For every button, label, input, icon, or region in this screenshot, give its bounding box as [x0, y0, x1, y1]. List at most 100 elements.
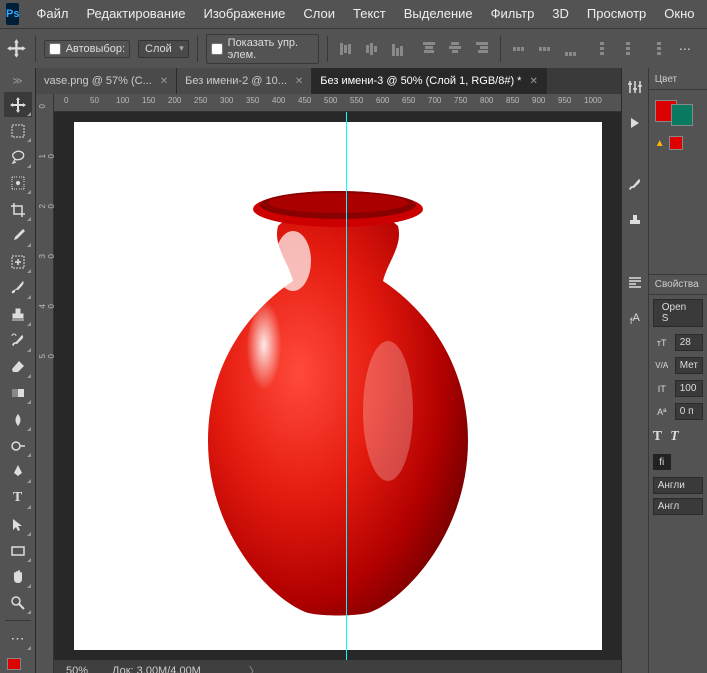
ruler-vertical[interactable]: 0100200300400500: [36, 94, 54, 673]
history-brush-tool[interactable]: [4, 329, 32, 353]
kerning-field[interactable]: Мет: [675, 357, 703, 374]
ruler-horizontal[interactable]: 0501001502002503003504004505005506006507…: [54, 94, 621, 112]
warning-color[interactable]: [669, 136, 683, 150]
quick-select-tool[interactable]: [4, 171, 32, 195]
show-controls-checkbox[interactable]: Показать упр. элем.: [206, 34, 319, 64]
paragraph-panel-icon[interactable]: [624, 272, 646, 294]
menu-image[interactable]: Изображение: [194, 0, 294, 28]
move-tool-indicator[interactable]: [6, 37, 27, 61]
document-size[interactable]: Док: 3,00M/4,00M〉: [112, 663, 260, 673]
gamut-warning: ▲: [655, 136, 701, 150]
vase-image: [168, 151, 508, 621]
stamp-tool[interactable]: [4, 302, 32, 326]
actions-panel-icon[interactable]: [624, 112, 646, 134]
warning-icon[interactable]: ▲: [655, 138, 665, 149]
distribute-group-2: [591, 38, 665, 60]
adjustments-panel-icon[interactable]: [624, 76, 646, 98]
bold-button[interactable]: T: [653, 429, 662, 445]
expanded-panels: Цвет ▲ Свойства Open S тТ 28 V/A Мет: [649, 68, 707, 673]
baseline-field[interactable]: 0 п: [675, 403, 703, 420]
gradient-tool[interactable]: [4, 381, 32, 405]
autoselect-target-select[interactable]: Слой: [138, 40, 189, 58]
dist-left-icon[interactable]: [591, 38, 613, 60]
autoselect-checkbox[interactable]: Автовыбор:: [44, 40, 130, 58]
align-hcenter-icon[interactable]: [444, 38, 466, 60]
lasso-tool[interactable]: [4, 145, 32, 169]
toolbar-collapse-icon[interactable]: ≫: [0, 72, 35, 91]
type-tool[interactable]: T: [4, 486, 32, 510]
rectangle-tool[interactable]: [4, 539, 32, 563]
collapsed-panels: fA: [622, 68, 649, 673]
language-select-2[interactable]: Англ: [653, 498, 703, 515]
dist-top-icon[interactable]: [509, 38, 531, 60]
align-group-1: [336, 38, 410, 60]
zoom-level[interactable]: 50%: [66, 665, 88, 673]
path-select-tool[interactable]: [4, 512, 32, 536]
dodge-tool[interactable]: [4, 434, 32, 458]
brushes-panel-icon[interactable]: [624, 174, 646, 196]
close-icon[interactable]: ✕: [295, 76, 303, 87]
options-more-icon[interactable]: ⋯: [673, 38, 697, 60]
color-swatches-panel[interactable]: [655, 96, 701, 126]
hand-tool[interactable]: [4, 565, 32, 589]
tab-2[interactable]: Без имени-2 @ 10...✕: [177, 68, 312, 94]
document[interactable]: [74, 122, 602, 650]
dist-right-icon[interactable]: [643, 38, 665, 60]
menu-edit[interactable]: Редактирование: [77, 0, 194, 28]
italic-button[interactable]: T: [670, 429, 679, 445]
blur-tool[interactable]: [4, 407, 32, 431]
vertical-guide[interactable]: [346, 112, 347, 660]
vscale-icon: IT: [653, 384, 671, 394]
color-panel-header[interactable]: Цвет: [649, 70, 707, 90]
baseline-icon: Aª: [653, 407, 671, 417]
clone-panel-icon[interactable]: [624, 210, 646, 232]
pen-tool[interactable]: [4, 460, 32, 484]
menu-window[interactable]: Окно: [655, 0, 703, 28]
eyedropper-tool[interactable]: [4, 224, 32, 248]
canvas[interactable]: [54, 112, 621, 660]
crop-tool[interactable]: [4, 197, 32, 221]
brush-tool[interactable]: [4, 276, 32, 300]
toolbar: ≫ T ⋯: [0, 68, 36, 673]
menu-help[interactable]: Справка: [704, 0, 707, 28]
align-top-icon[interactable]: [336, 38, 358, 60]
kerning-icon: V/A: [653, 361, 671, 370]
background-color[interactable]: [671, 104, 693, 126]
tab-3[interactable]: Без имени-3 @ 50% (Слой 1, RGB/8#) *✕: [312, 68, 547, 94]
menu-bar: Ps Файл Редактирование Изображение Слои …: [0, 0, 707, 28]
menu-file[interactable]: Файл: [27, 0, 77, 28]
zoom-tool[interactable]: [4, 591, 32, 615]
marquee-tool[interactable]: [4, 119, 32, 143]
align-right-icon[interactable]: [470, 38, 492, 60]
vscale-field[interactable]: 100: [675, 380, 703, 397]
move-tool[interactable]: [4, 92, 32, 116]
font-family-select[interactable]: Open S: [653, 299, 703, 327]
menu-view[interactable]: Просмотр: [578, 0, 655, 28]
align-bottom-icon[interactable]: [388, 38, 410, 60]
properties-panel-header[interactable]: Свойства: [649, 275, 707, 295]
dist-vcenter-icon[interactable]: [535, 38, 557, 60]
close-icon[interactable]: ✕: [160, 76, 168, 87]
menu-type[interactable]: Текст: [344, 0, 395, 28]
language-select[interactable]: Англи: [653, 477, 703, 494]
edit-toolbar-icon[interactable]: ⋯: [4, 626, 32, 650]
menu-select[interactable]: Выделение: [395, 0, 482, 28]
align-left-icon[interactable]: [418, 38, 440, 60]
dist-bottom-icon[interactable]: [561, 38, 583, 60]
healing-tool[interactable]: [4, 250, 32, 274]
options-bar: Автовыбор: Слой Показать упр. элем. ⋯: [0, 28, 707, 68]
glyphs-panel-icon[interactable]: fA: [624, 308, 646, 330]
right-dock: fA Цвет ▲ Свойства Open S тТ 28 V/A: [621, 68, 707, 673]
color-swatches[interactable]: [7, 658, 29, 673]
menu-3d[interactable]: 3D: [543, 0, 578, 28]
menu-layer[interactable]: Слои: [294, 0, 344, 28]
align-vcenter-icon[interactable]: [362, 38, 384, 60]
close-icon[interactable]: ✕: [529, 76, 537, 87]
dist-hcenter-icon[interactable]: [617, 38, 639, 60]
opentype-button[interactable]: fi: [653, 454, 671, 470]
menu-filter[interactable]: Фильтр: [482, 0, 544, 28]
tab-1[interactable]: vase.png @ 57% (С...✕: [36, 68, 177, 94]
eraser-tool[interactable]: [4, 355, 32, 379]
font-size-field[interactable]: 28: [675, 334, 703, 351]
distribute-group-1: [509, 38, 583, 60]
